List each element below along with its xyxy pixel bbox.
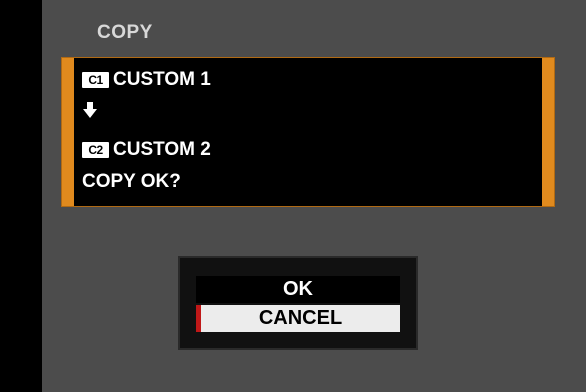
copy-message-box: C1 CUSTOM 1 C2 CUSTOM 2 COPY OK? — [61, 57, 555, 207]
cancel-button[interactable]: CANCEL — [196, 305, 400, 332]
custom1-badge-icon: C1 — [82, 72, 109, 88]
source-label: CUSTOM 1 — [113, 69, 211, 90]
copy-screen: COPY C1 CUSTOM 1 C2 CUSTOM 2 COPY OK? OK… — [42, 0, 586, 392]
custom2-badge-icon: C2 — [82, 142, 109, 158]
target-row: C2 CUSTOM 2 — [82, 138, 211, 162]
target-label: CUSTOM 2 — [113, 139, 211, 160]
ok-button[interactable]: OK — [196, 276, 400, 303]
source-row: C1 CUSTOM 1 — [82, 68, 211, 92]
confirm-dialog: OK CANCEL — [178, 256, 418, 350]
confirm-prompt: COPY OK? — [82, 171, 181, 192]
arrow-down-icon — [83, 102, 97, 118]
arrow-row — [82, 98, 98, 122]
page-title: COPY — [97, 22, 153, 43]
